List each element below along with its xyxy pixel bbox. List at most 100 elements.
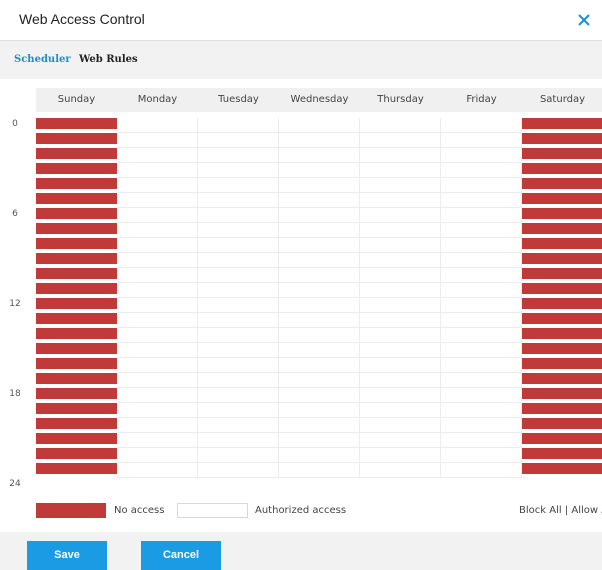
schedule-cell-thursday[interactable] xyxy=(360,313,441,328)
schedule-cell-tuesday[interactable] xyxy=(198,253,279,268)
schedule-cell-monday[interactable] xyxy=(117,448,198,463)
schedule-cell-monday[interactable] xyxy=(117,373,198,388)
schedule-cell-wednesday[interactable] xyxy=(279,208,360,223)
schedule-cell-friday[interactable] xyxy=(441,133,522,148)
schedule-cell-monday[interactable] xyxy=(117,148,198,163)
schedule-cell-tuesday[interactable] xyxy=(198,193,279,208)
schedule-cell-wednesday[interactable] xyxy=(279,253,360,268)
schedule-cell-saturday[interactable] xyxy=(522,328,602,339)
schedule-cell-wednesday[interactable] xyxy=(279,358,360,373)
schedule-cell-monday[interactable] xyxy=(117,403,198,418)
schedule-cell-tuesday[interactable] xyxy=(198,343,279,358)
schedule-cell-sunday[interactable] xyxy=(36,268,117,279)
schedule-cell-wednesday[interactable] xyxy=(279,283,360,298)
schedule-cell-tuesday[interactable] xyxy=(198,298,279,313)
schedule-cell-sunday[interactable] xyxy=(36,118,117,129)
schedule-cell-saturday[interactable] xyxy=(522,298,602,309)
tab-scheduler[interactable]: Scheduler xyxy=(14,54,71,65)
day-header-friday[interactable]: Friday xyxy=(441,88,522,112)
schedule-cell-saturday[interactable] xyxy=(522,223,602,234)
schedule-cell-thursday[interactable] xyxy=(360,223,441,238)
day-header-saturday[interactable]: Saturday xyxy=(522,88,602,112)
schedule-cell-thursday[interactable] xyxy=(360,373,441,388)
schedule-cell-monday[interactable] xyxy=(117,433,198,448)
schedule-cell-thursday[interactable] xyxy=(360,208,441,223)
schedule-cell-tuesday[interactable] xyxy=(198,328,279,343)
schedule-cell-tuesday[interactable] xyxy=(198,268,279,283)
schedule-cell-friday[interactable] xyxy=(441,178,522,193)
schedule-cell-wednesday[interactable] xyxy=(279,268,360,283)
schedule-cell-sunday[interactable] xyxy=(36,148,117,159)
schedule-cell-monday[interactable] xyxy=(117,343,198,358)
schedule-cell-wednesday[interactable] xyxy=(279,178,360,193)
schedule-cell-tuesday[interactable] xyxy=(198,283,279,298)
schedule-cell-saturday[interactable] xyxy=(522,163,602,174)
schedule-cell-saturday[interactable] xyxy=(522,133,602,144)
schedule-cell-sunday[interactable] xyxy=(36,283,117,294)
schedule-cell-saturday[interactable] xyxy=(522,388,602,399)
schedule-cell-saturday[interactable] xyxy=(522,343,602,354)
schedule-cell-monday[interactable] xyxy=(117,418,198,433)
day-header-sunday[interactable]: Sunday xyxy=(36,88,117,112)
schedule-cell-monday[interactable] xyxy=(117,163,198,178)
schedule-cell-wednesday[interactable] xyxy=(279,418,360,433)
schedule-cell-saturday[interactable] xyxy=(522,283,602,294)
schedule-cell-monday[interactable] xyxy=(117,223,198,238)
schedule-cell-monday[interactable] xyxy=(117,268,198,283)
day-header-wednesday[interactable]: Wednesday xyxy=(279,88,360,112)
schedule-cell-wednesday[interactable] xyxy=(279,133,360,148)
schedule-cell-sunday[interactable] xyxy=(36,418,117,429)
schedule-cell-wednesday[interactable] xyxy=(279,448,360,463)
schedule-cell-wednesday[interactable] xyxy=(279,223,360,238)
schedule-cell-monday[interactable] xyxy=(117,133,198,148)
schedule-cell-sunday[interactable] xyxy=(36,178,117,189)
schedule-cell-sunday[interactable] xyxy=(36,343,117,354)
schedule-cell-tuesday[interactable] xyxy=(198,163,279,178)
schedule-cell-tuesday[interactable] xyxy=(198,403,279,418)
schedule-cell-friday[interactable] xyxy=(441,238,522,253)
schedule-cell-wednesday[interactable] xyxy=(279,163,360,178)
schedule-cell-thursday[interactable] xyxy=(360,343,441,358)
schedule-cell-friday[interactable] xyxy=(441,163,522,178)
schedule-cell-saturday[interactable] xyxy=(522,253,602,264)
schedule-cell-saturday[interactable] xyxy=(522,193,602,204)
schedule-cell-monday[interactable] xyxy=(117,178,198,193)
schedule-cell-wednesday[interactable] xyxy=(279,238,360,253)
schedule-cell-friday[interactable] xyxy=(441,208,522,223)
schedule-cell-wednesday[interactable] xyxy=(279,298,360,313)
schedule-cell-saturday[interactable] xyxy=(522,148,602,159)
schedule-cell-friday[interactable] xyxy=(441,343,522,358)
schedule-cell-friday[interactable] xyxy=(441,223,522,238)
schedule-cell-tuesday[interactable] xyxy=(198,448,279,463)
close-icon[interactable] xyxy=(576,12,592,28)
schedule-cell-sunday[interactable] xyxy=(36,133,117,144)
day-header-tuesday[interactable]: Tuesday xyxy=(198,88,279,112)
schedule-cell-friday[interactable] xyxy=(441,403,522,418)
schedule-cell-wednesday[interactable] xyxy=(279,328,360,343)
schedule-cell-thursday[interactable] xyxy=(360,463,441,478)
schedule-cell-saturday[interactable] xyxy=(522,238,602,249)
schedule-cell-thursday[interactable] xyxy=(360,148,441,163)
schedule-cell-wednesday[interactable] xyxy=(279,313,360,328)
schedule-cell-thursday[interactable] xyxy=(360,238,441,253)
schedule-cell-tuesday[interactable] xyxy=(198,313,279,328)
schedule-cell-monday[interactable] xyxy=(117,118,198,133)
schedule-cell-friday[interactable] xyxy=(441,388,522,403)
schedule-cell-friday[interactable] xyxy=(441,253,522,268)
schedule-cell-sunday[interactable] xyxy=(36,163,117,174)
schedule-cell-friday[interactable] xyxy=(441,118,522,133)
schedule-cell-friday[interactable] xyxy=(441,298,522,313)
schedule-cell-saturday[interactable] xyxy=(522,358,602,369)
schedule-cell-thursday[interactable] xyxy=(360,448,441,463)
schedule-cell-sunday[interactable] xyxy=(36,223,117,234)
schedule-cell-thursday[interactable] xyxy=(360,418,441,433)
schedule-cell-sunday[interactable] xyxy=(36,193,117,204)
schedule-cell-thursday[interactable] xyxy=(360,328,441,343)
schedule-cell-friday[interactable] xyxy=(441,283,522,298)
schedule-cell-friday[interactable] xyxy=(441,193,522,208)
schedule-cell-tuesday[interactable] xyxy=(198,148,279,163)
schedule-cell-tuesday[interactable] xyxy=(198,178,279,193)
schedule-cell-friday[interactable] xyxy=(441,463,522,478)
day-header-monday[interactable]: Monday xyxy=(117,88,198,112)
schedule-cell-tuesday[interactable] xyxy=(198,418,279,433)
